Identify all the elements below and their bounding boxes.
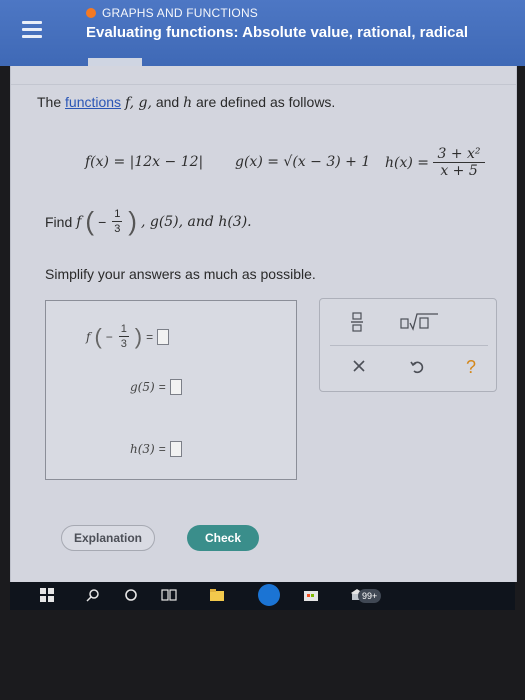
function-definitions: f(x) = |12x − 12| g(x) = √(x − 3) + 1 h(… [85, 146, 515, 186]
taskbar: 99+ [10, 582, 515, 610]
answer-h: h(3) = [130, 441, 182, 457]
check-button[interactable]: Check [187, 525, 259, 551]
left-paren: ( [85, 206, 95, 236]
left-paren: ( [94, 323, 102, 349]
intro-and: and [155, 94, 180, 110]
problem-panel: The functions f, g, and h are defined as… [10, 66, 517, 582]
explanation-button[interactable]: Explanation [61, 525, 155, 551]
h-numerator: 3 + x² [437, 146, 481, 162]
divider [11, 84, 516, 85]
simplify-instruction: Simplify your answers as much as possibl… [45, 266, 316, 282]
answer-f-input[interactable] [157, 328, 170, 345]
intro-vars: f, g, [124, 95, 152, 111]
find-den: 3 [114, 223, 121, 235]
topic-label: GRAPHS AND FUNCTIONS [102, 6, 259, 20]
radical-icon[interactable] [398, 311, 442, 333]
close-icon[interactable] [344, 359, 374, 381]
menu-icon[interactable] [22, 18, 44, 40]
answer-h-input[interactable] [169, 441, 182, 457]
find-f-name: f [76, 213, 82, 230]
right-paren: ) [134, 323, 143, 349]
store-icon[interactable] [302, 586, 320, 604]
right-paren: ) [128, 206, 137, 236]
h-lhs: h(x) = [385, 154, 430, 171]
answer-f-fraction: 1 3 [118, 323, 129, 350]
intro-suffix: are defined as follows. [196, 94, 336, 110]
fraction-icon[interactable] [342, 311, 372, 333]
answer-box: f ( − 1 3 ) = g(5) = h(3) = [45, 300, 297, 480]
problem-intro: The functions f, g, and h are defined as… [37, 94, 335, 111]
task-view-icon[interactable] [160, 586, 178, 604]
functions-link[interactable]: functions [65, 94, 121, 110]
find-rest: , g(5), and h(3). [140, 213, 252, 230]
help-button[interactable]: ? [456, 357, 486, 379]
intro-prefix: The [37, 94, 62, 110]
find-num: 1 [114, 208, 121, 220]
answer-g-label: g(5) [130, 380, 155, 394]
search-icon[interactable] [84, 586, 102, 604]
topic-row: GRAPHS AND FUNCTIONS [86, 6, 258, 20]
h-definition: h(x) = 3 + x² x + 5 [385, 146, 486, 179]
folder-icon[interactable] [208, 586, 226, 604]
f-definition: f(x) = |12x − 12| [85, 154, 204, 170]
page-title: Evaluating functions: Absolute value, ra… [86, 24, 469, 41]
top-header: GRAPHS AND FUNCTIONS Evaluating function… [0, 0, 525, 66]
find-label: Find [45, 213, 73, 230]
answer-h-label: h(3) [130, 442, 155, 456]
equals-sign: = [146, 329, 154, 344]
toolbar-divider [330, 345, 488, 346]
answer-f-label: f [86, 329, 91, 344]
equals-sign: = [158, 442, 166, 456]
math-toolbar: ? [319, 298, 497, 392]
find-prompt: Find f ( − 1 3 ) , g(5), and h(3). [45, 206, 252, 237]
intro-h: h [183, 95, 193, 111]
answer-f-neg: − [105, 329, 113, 344]
undo-icon[interactable] [402, 359, 432, 381]
answer-g-input[interactable] [169, 379, 182, 395]
cortana-icon[interactable] [122, 586, 140, 604]
g-definition: g(x) = √(x − 3) + 1 [235, 154, 371, 170]
notification-badge: 99+ [358, 589, 382, 603]
h-fraction: 3 + x² x + 5 [433, 146, 486, 179]
edge-browser-icon[interactable] [258, 584, 280, 606]
answer-f-den: 3 [120, 338, 127, 350]
find-fraction: 1 3 [112, 208, 123, 235]
windows-icon[interactable] [38, 586, 56, 604]
answer-f-num: 1 [120, 323, 127, 335]
topic-status-icon [86, 8, 96, 18]
h-denominator: x + 5 [440, 163, 478, 179]
equals-sign: = [158, 380, 166, 394]
answer-g: g(5) = [130, 379, 182, 395]
fraction-bar [112, 221, 123, 222]
answer-f: f ( − 1 3 ) = [86, 323, 170, 350]
fraction-bar [118, 336, 129, 337]
find-neg: − [98, 213, 107, 230]
